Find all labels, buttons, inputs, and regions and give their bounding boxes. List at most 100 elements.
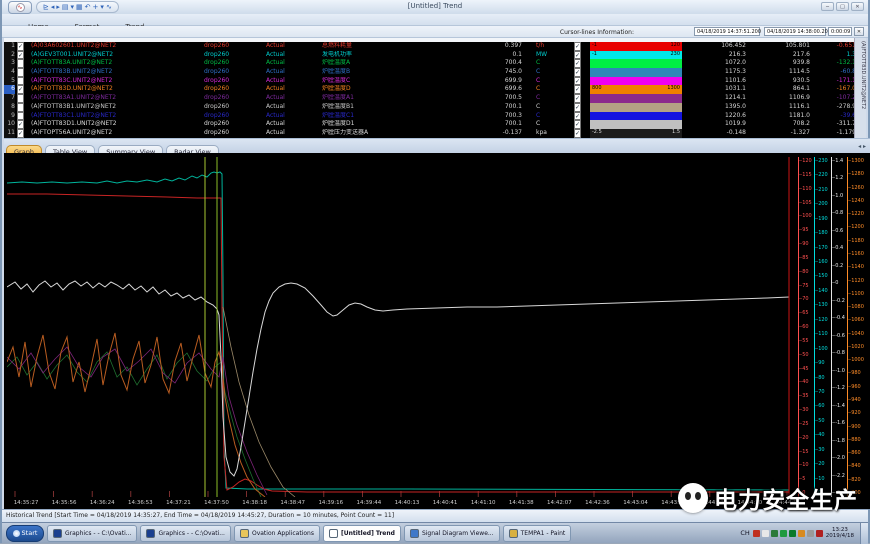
cursor-info-close-icon[interactable]: ✕ xyxy=(854,27,864,36)
signal-row-7[interactable]: 7(A)FTOTT83A1.UNIT2@NET2drop260Actual炉膛温… xyxy=(4,94,858,103)
taskbar-clock[interactable]: 13:232019/4/18 xyxy=(826,527,854,539)
language-indicator[interactable]: CH xyxy=(740,529,749,537)
trend-plot[interactable] xyxy=(7,157,797,497)
scale-range-bar xyxy=(590,77,682,86)
tray-icon-monitor[interactable] xyxy=(771,530,778,537)
row-scale-checkbox[interactable]: ✓ xyxy=(574,51,581,60)
signal-row-3[interactable]: 3(A)FTOTT83A.UNIT2@NET2drop260Actual炉膛温度… xyxy=(4,59,858,68)
taskbar-button-graphics-c-ovati-[interactable]: Graphics - - C:\Ovati... xyxy=(140,525,230,542)
trend-plot-svg[interactable] xyxy=(7,157,797,497)
grid-icon[interactable]: ▦ xyxy=(76,2,83,12)
axis-tick-label: ‒110 xyxy=(815,330,831,338)
row-visible-checkbox[interactable]: ✓ xyxy=(17,129,24,138)
axis-tick-label: ‒160 xyxy=(815,258,831,266)
row-visible-checkbox[interactable]: ✓ xyxy=(17,42,24,51)
selected-signal-side-label[interactable]: (A)FTOTT83D.UNIT2@NET2 xyxy=(854,38,866,138)
row-scale-checkbox[interactable]: ✓ xyxy=(574,85,581,94)
cursor-diff-value: -1.179 xyxy=(812,129,856,138)
show-desktop-button[interactable] xyxy=(860,523,868,544)
signal-row-5[interactable]: 5(A)FTOTT83C.UNIT2@NET2drop260Actual炉膛温度… xyxy=(4,77,858,86)
scale-range-bar xyxy=(590,103,682,112)
dropdown-icon[interactable]: ▾ xyxy=(71,2,75,12)
row-scale-checkbox[interactable]: ✓ xyxy=(574,129,581,138)
tab-scroll-arrows[interactable]: ◂ ▸ xyxy=(858,143,866,150)
cursor-diff-value: -167.0 xyxy=(812,85,856,94)
axis-tick-label: ‒1300 xyxy=(848,157,867,165)
watermark-logo-icon xyxy=(678,483,708,513)
taskbar-button--untitled-trend[interactable]: [Untitled] Trend xyxy=(323,525,401,542)
add-icon[interactable]: + xyxy=(93,2,99,12)
signal-row-6[interactable]: 6(A)FTOTT83D.UNIT2@NET2drop260Actual炉膛温度… xyxy=(4,85,858,94)
row-scale-checkbox[interactable]: ✓ xyxy=(574,94,581,103)
axis-tick-label: ‒0 xyxy=(832,279,847,287)
cursor2-time-field[interactable]: 04/18/2019 14:38:00.200 xyxy=(764,27,826,36)
row-visible-checkbox[interactable] xyxy=(17,68,24,77)
scale-range-bar xyxy=(590,68,682,77)
scale-min xyxy=(590,77,594,86)
tray-icon-gray[interactable] xyxy=(807,530,814,537)
row-visible-checkbox[interactable] xyxy=(17,103,24,112)
start-button[interactable]: Start xyxy=(6,525,44,542)
signal-row-11[interactable]: 11(A)FTOPT56A.UNIT2@NET2drop260Actual炉膛压… xyxy=(4,129,858,138)
undo-icon[interactable]: ↶ xyxy=(85,2,91,12)
tray-icon-m[interactable] xyxy=(789,530,796,537)
time-label: 14:42:36 xyxy=(578,500,616,506)
cursor-info-label: Cursor-lines Information: xyxy=(560,29,634,36)
scale-range-bar: -1230 xyxy=(590,51,682,60)
signal-description: 炉膛温度A1 xyxy=(322,94,462,103)
app-menu-button[interactable]: ∿ xyxy=(8,1,32,14)
row-scale-checkbox[interactable]: ✓ xyxy=(574,77,581,86)
taskbar-button-tempa1-paint[interactable]: TEMPA1 - Paint xyxy=(503,525,572,542)
row-visible-checkbox[interactable] xyxy=(17,112,24,121)
signal-row-4[interactable]: 4(A)FTOTT83B.UNIT2@NET2drop260Actual炉膛温度… xyxy=(4,68,858,77)
row-visible-checkbox[interactable]: ✓ xyxy=(17,85,24,94)
row-scale-checkbox[interactable]: ✓ xyxy=(574,42,581,51)
signal-row-10[interactable]: 10(A)FTOTT83D1.UNIT2@NET2drop260Actual炉膛… xyxy=(4,120,858,129)
scale-max: 1.5 xyxy=(670,129,682,138)
row-number: 5 xyxy=(4,77,15,86)
cursor-diff-value: -132.1 xyxy=(812,59,856,68)
tray-icon-green[interactable] xyxy=(780,530,787,537)
row-visible-checkbox[interactable] xyxy=(17,94,24,103)
signal-row-1[interactable]: 1(A)03A602601.UNIT2@NET2drop260Actual总燃料… xyxy=(4,42,858,51)
signal-row-8[interactable]: 8(A)FTOTT83B1.UNIT2@NET2drop260Actual炉膛温… xyxy=(4,103,858,112)
cursor1-time-field[interactable]: 04/18/2019 14:37:51.200 xyxy=(694,27,760,36)
signal-current-value: 0.1 xyxy=(462,51,522,60)
minimize-button[interactable]: ─ xyxy=(821,2,834,11)
row-visible-checkbox[interactable]: ✓ xyxy=(17,120,24,129)
axis-tick-label: ‒1020 xyxy=(848,343,867,351)
axis-tick-label: ‒100 xyxy=(799,212,814,220)
title-bar[interactable]: [Untitled] Trend ∿ ⊵◂▸▤▾▦↶+▾∿ ─ □ ✕ xyxy=(2,0,868,14)
tray-icon-flag[interactable] xyxy=(762,530,769,537)
signal-current-value: 700.1 xyxy=(462,103,522,112)
close-button[interactable]: ✕ xyxy=(851,2,864,11)
time-label: 14:36:53 xyxy=(121,500,159,506)
row-scale-checkbox[interactable]: ✓ xyxy=(574,120,581,129)
row-visible-checkbox[interactable]: ✓ xyxy=(17,51,24,60)
cursor1-value: 1395.0 xyxy=(686,103,746,112)
row-visible-checkbox[interactable] xyxy=(17,77,24,86)
row-visible-checkbox[interactable] xyxy=(17,59,24,68)
signal-current-value: 700.4 xyxy=(462,59,522,68)
tray-icon-red[interactable] xyxy=(753,530,760,537)
row-scale-checkbox[interactable]: ✓ xyxy=(574,68,581,77)
forward-icon[interactable]: ▸ xyxy=(56,2,60,12)
row-scale-checkbox[interactable]: ✓ xyxy=(574,59,581,68)
row-scale-checkbox[interactable]: ✓ xyxy=(574,112,581,121)
signal-row-2[interactable]: 2(A)GEV3T001.UNIT2@NET2drop260Actual发电机功… xyxy=(4,51,858,60)
signal-row-9[interactable]: 9(A)FTOTT83C1.UNIT2@NET2drop260Actual炉膛温… xyxy=(4,112,858,121)
trend-chart-icon[interactable]: ⊵ xyxy=(43,2,49,12)
taskbar-button-ovation-applications[interactable]: Ovation Applications xyxy=(234,525,320,542)
sparkline-icon[interactable]: ∿ xyxy=(106,2,112,12)
maximize-button[interactable]: □ xyxy=(836,2,849,11)
time-label: 14:37:21 xyxy=(159,500,197,506)
back-icon[interactable]: ◂ xyxy=(51,2,55,12)
taskbar-button-signal-diagram-viewe-[interactable]: Signal Diagram Viewe... xyxy=(404,525,500,542)
cursor1-value: 1220.6 xyxy=(686,112,746,121)
export-icon[interactable]: ▤ xyxy=(62,2,69,12)
dropdown-icon[interactable]: ▾ xyxy=(100,2,104,12)
row-scale-checkbox[interactable]: ✓ xyxy=(574,103,581,112)
tray-icon-orange[interactable] xyxy=(798,530,805,537)
taskbar-button-graphics-c-ovati-[interactable]: Graphics - - C:\Ovati... xyxy=(47,525,137,542)
tray-icon-circle[interactable] xyxy=(816,530,823,537)
